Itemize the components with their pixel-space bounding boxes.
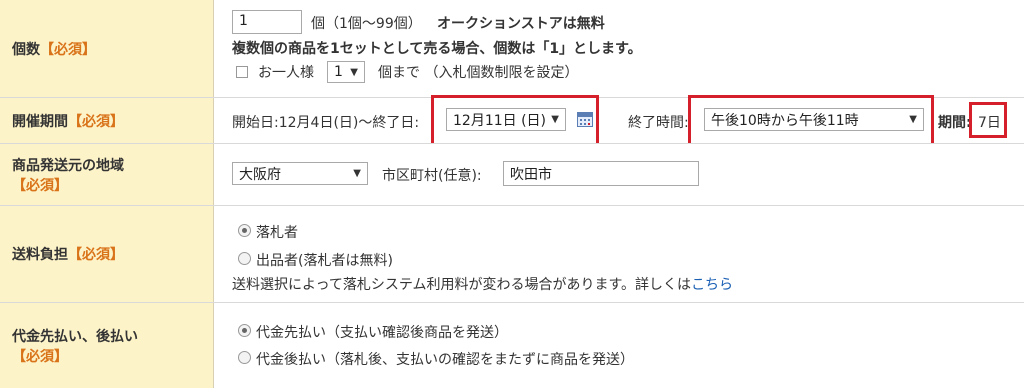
limit-select[interactable]: 1 ▼ xyxy=(327,61,365,83)
quantity-label: 個数 【必須】 xyxy=(0,0,214,97)
limit-checkbox-label: お一人様 xyxy=(258,65,314,81)
required-mark: 【必須】 xyxy=(68,113,124,130)
highlight-end-date xyxy=(431,95,599,147)
option-seller-label: 出品者(落札者は無料) xyxy=(256,253,393,269)
city-input[interactable]: 吹田市 xyxy=(503,161,699,186)
store-free-note: オークションストアは無料 xyxy=(437,16,605,32)
quantity-row: 個数 【必須】 1 個（1個〜99個） オークションストアは無料 複数個の商品を1… xyxy=(0,0,1024,97)
payment-label: 代金先払い、後払い 【必須】 xyxy=(0,303,214,388)
city-input-value: 吹田市 xyxy=(510,167,552,183)
period-label-text: 開催期間 xyxy=(12,113,68,130)
shipping-note: 送料選択によって落札システム利用料が変わる場合があります。詳しくはこちら xyxy=(232,274,733,294)
limit-checkbox[interactable] xyxy=(236,66,248,78)
city-label: 市区町村(任意): xyxy=(382,168,482,184)
quantity-input[interactable]: 1 xyxy=(232,10,302,34)
required-mark: 【必須】 xyxy=(40,41,96,58)
radio-seller[interactable] xyxy=(238,252,251,265)
quantity-content: 1 個（1個〜99個） オークションストアは無料 複数個の商品を1セットとして売… xyxy=(214,0,1024,97)
region-label: 商品発送元の地域 【必須】 xyxy=(0,144,214,205)
start-date-text: 開始日:12月4日(日)〜終了日: xyxy=(232,115,420,131)
quantity-input-value: 1 xyxy=(239,13,248,29)
shipping-label: 送料負担 【必須】 xyxy=(0,206,214,302)
prefecture-value: 大阪府 xyxy=(239,166,281,183)
shipping-row: 送料負担 【必須】 落札者 出品者(落札者は無料) 送料選択によって落札システム利… xyxy=(0,206,1024,302)
highlight-duration xyxy=(969,102,1007,138)
payment-label-text: 代金先払い、後払い xyxy=(12,328,138,345)
region-content: 大阪府 ▼ 市区町村(任意): 吹田市 xyxy=(214,144,1024,205)
end-time-label: 終了時間: xyxy=(628,115,689,131)
shipping-note-text: 送料選択によって落札システム利用料が変わる場合があります。詳しくは xyxy=(232,277,692,293)
shipping-content: 落札者 出品者(落札者は無料) 送料選択によって落札システム利用料が変わる場合が… xyxy=(214,206,1024,302)
required-mark: 【必須】 xyxy=(12,177,68,194)
option-prepay-label: 代金先払い（支払い確認後商品を発送） xyxy=(256,325,508,341)
payment-content: 代金先払い（支払い確認後商品を発送） 代金後払い（落札後、支払いの確認をまたずに… xyxy=(214,303,1024,388)
highlight-end-time xyxy=(688,95,934,147)
period-label: 開催期間 【必須】 xyxy=(0,98,214,143)
payment-row: 代金先払い、後払い 【必須】 代金先払い（支払い確認後商品を発送） 代金後払い（… xyxy=(0,303,1024,388)
chevron-down-icon: ▼ xyxy=(353,168,361,179)
set-note: 複数個の商品を1セットとして売る場合、個数は「1」とします。 xyxy=(232,41,642,57)
duration-label: 期間: xyxy=(938,115,972,131)
quantity-unit-note: 個（1個〜99個） xyxy=(311,16,422,32)
option-postpay-label: 代金後払い（落札後、支払いの確認をまたずに商品を発送） xyxy=(256,352,634,368)
radio-prepay[interactable] xyxy=(238,324,251,337)
shipping-label-text: 送料負担 xyxy=(12,247,68,263)
details-link[interactable]: こちら xyxy=(691,277,733,293)
region-label-text: 商品発送元の地域 xyxy=(12,157,124,174)
chevron-down-icon: ▼ xyxy=(350,66,358,78)
auction-listing-form: 個数 【必須】 1 個（1個〜99個） オークションストアは無料 複数個の商品を1… xyxy=(0,0,1024,388)
radio-winner[interactable] xyxy=(238,224,251,237)
radio-postpay[interactable] xyxy=(238,351,251,364)
quantity-label-text: 個数 xyxy=(12,41,40,58)
region-row: 商品発送元の地域 【必須】 大阪府 ▼ 市区町村(任意): 吹田市 xyxy=(0,144,1024,205)
limit-select-value: 1 xyxy=(334,64,343,80)
period-content: 開始日:12月4日(日)〜終了日: 12月11日 (日) ▼ 終了時間: 午後10… xyxy=(214,95,1024,147)
required-mark: 【必須】 xyxy=(68,247,124,263)
prefecture-select[interactable]: 大阪府 ▼ xyxy=(232,162,368,185)
option-winner-label: 落札者 xyxy=(256,225,298,241)
period-row: 開催期間 【必須】 開始日:12月4日(日)〜終了日: 12月11日 (日) ▼ 終… xyxy=(0,95,1024,147)
limit-suffix: 個まで （入札個数制限を設定） xyxy=(378,65,579,81)
required-mark: 【必須】 xyxy=(12,348,68,365)
